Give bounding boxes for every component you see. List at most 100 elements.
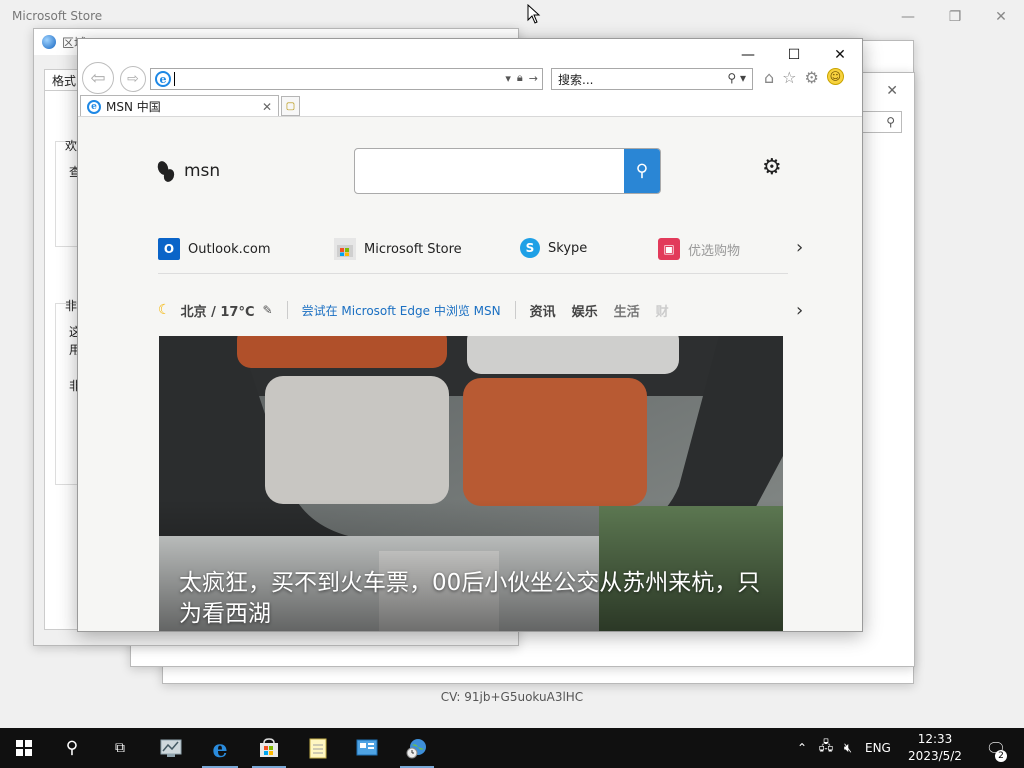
msn-search-button[interactable]: ⚲ (624, 149, 660, 193)
notification-count-badge: 2 (995, 750, 1007, 762)
new-tab-button[interactable]: ▢ (281, 96, 300, 116)
hero-caption[interactable]: 太疯狂，买不到火车票，00后小伙坐公交从苏州来杭，只为看西湖 (179, 568, 769, 630)
msn-logo-text: msn (184, 161, 221, 181)
store-icon (260, 738, 278, 757)
start-button[interactable] (4, 728, 44, 768)
tab-title: MSN 中国 (106, 100, 161, 114)
window-b-close-button[interactable]: ✕ (886, 83, 898, 99)
store-minimize-button[interactable]: — (885, 4, 931, 30)
msn-search-box[interactable]: ⚲ (354, 148, 661, 194)
taskbar-app-store[interactable] (248, 728, 290, 768)
divider (514, 301, 516, 319)
quicklink-store[interactable]: Microsoft Store (334, 238, 462, 260)
quicklinks-next-arrow-icon[interactable]: › (796, 237, 803, 258)
home-icon[interactable]: ⌂ (764, 68, 774, 87)
system-tray: ⌃ 🖧︎ 🔇︎ ENG (793, 728, 891, 768)
text-caret (174, 72, 175, 86)
group-label: 欢 (65, 139, 78, 153)
ie-minimize-button[interactable]: — (733, 45, 763, 65)
dropdown-icon[interactable]: ▾ (505, 72, 511, 85)
quicklink-skype[interactable]: S Skype (520, 238, 587, 258)
forward-arrow-icon: ⇨ (127, 71, 139, 87)
taskbar: ⚲ ⧉ e ⌃ 🖧︎ 🔇︎ ENG 12:33 2023/5/2 🗨︎ (0, 728, 1024, 768)
back-button[interactable]: ⇦ (82, 62, 114, 94)
search-icon: ⚲ (65, 738, 79, 758)
quick-links: O Outlook.com Microsoft Store S Skype ▣ … (158, 234, 788, 274)
ie-page-icon: e (155, 71, 171, 87)
task-view-icon: ⧉ (115, 740, 125, 756)
control-panel-icon (356, 739, 378, 756)
nav-next-arrow-icon[interactable]: › (796, 300, 803, 321)
nav-news[interactable]: 资讯 (530, 301, 556, 320)
weather-text[interactable]: 北京 / 17°C (181, 301, 255, 320)
moon-icon: ☾ (158, 302, 171, 318)
tab-msn[interactable]: e MSN 中国 ✕ (80, 95, 279, 117)
msn-butterfly-icon (158, 159, 178, 183)
forward-button[interactable]: ⇨ (120, 66, 146, 92)
quicklink-label: Skype (548, 240, 588, 256)
divider (286, 301, 288, 319)
search-icon: ⚲ (635, 161, 649, 181)
lock-icon[interactable]: 🔒︎ (517, 71, 523, 85)
notepad-icon (309, 738, 327, 759)
search-icon[interactable]: ⚲ (727, 71, 736, 85)
skype-icon: S (520, 238, 540, 258)
clock-date: 2023/5/2 (908, 749, 962, 763)
group-label: 非 (65, 299, 78, 313)
search-dropdown-icon[interactable]: ▾ (740, 71, 746, 85)
store-restore-button[interactable]: ❐ (932, 4, 978, 30)
cv-text: CV: 91jb+G5uokuA3lHC (440, 690, 584, 704)
search-box[interactable]: 搜索... ⚲ ▾ (551, 68, 753, 90)
info-bar: ☾ 北京 / 17°C ✎ 尝试在 Microsoft Edge 中浏览 MSN… (158, 298, 798, 322)
search-icons: ⚲ ▾ (727, 71, 746, 85)
back-arrow-icon: ⇦ (90, 67, 106, 89)
address-bar[interactable]: e ▾ 🔒︎ → (150, 68, 543, 90)
store-close-button[interactable]: ✕ (978, 4, 1024, 30)
edge-link[interactable]: 尝试在 Microsoft Edge 中浏览 MSN (302, 302, 501, 319)
new-tab-icon: ▢ (285, 100, 296, 112)
nav-finance[interactable]: 财 (656, 301, 669, 320)
search-input[interactable]: 搜索... (558, 71, 593, 88)
store-window-title: Microsoft Store (12, 9, 103, 23)
pencil-edit-icon[interactable]: ✎ (263, 303, 273, 317)
monitor-icon (160, 739, 182, 757)
quicklink-label: 优选购物 (688, 243, 741, 259)
globe-icon (42, 35, 56, 49)
search-button[interactable]: ⚲ (52, 728, 92, 768)
action-center-button[interactable]: 🗨︎ (978, 728, 1014, 768)
quicklink-shopping[interactable]: ▣ 优选购物 (658, 238, 740, 260)
quicklink-label: Microsoft Store (364, 241, 462, 257)
network-icon[interactable]: 🖧︎ (815, 737, 837, 759)
taskbar-app-resource-monitor[interactable] (150, 728, 192, 768)
feedback-smiley-icon[interactable]: ☺ (826, 68, 844, 85)
address-bar-icons: ▾ 🔒︎ → (505, 71, 538, 85)
mouse-cursor-icon (527, 4, 541, 24)
quicklink-outlook[interactable]: O Outlook.com (158, 238, 271, 260)
windows-logo-icon (16, 740, 32, 756)
tab-close-icon[interactable]: ✕ (262, 100, 272, 114)
task-view-button[interactable]: ⧉ (100, 728, 140, 768)
hero-article[interactable]: 太疯狂，买不到火车票，00后小伙坐公交从苏州来杭，只为看西湖 (159, 336, 783, 631)
store-icon (334, 238, 356, 260)
taskbar-app-ie[interactable]: e (198, 728, 242, 768)
clock[interactable]: 12:33 2023/5/2 (902, 731, 968, 765)
search-icon: ⚲ (886, 115, 895, 129)
language-indicator[interactable]: ENG (865, 741, 891, 755)
ie-maximize-button[interactable]: ☐ (779, 45, 809, 65)
taskbar-app-control-panel[interactable] (346, 728, 388, 768)
ie-close-button[interactable]: ✕ (825, 45, 855, 65)
favorites-star-icon[interactable]: ☆ (782, 68, 796, 87)
volume-muted-icon[interactable]: 🔇︎ (837, 741, 859, 756)
tray-overflow-chevron-icon[interactable]: ⌃ (793, 741, 811, 755)
taskbar-app-notepad[interactable] (298, 728, 338, 768)
nav-life[interactable]: 生活 (614, 301, 640, 320)
msn-settings-gear-icon[interactable]: ⚙ (762, 155, 782, 180)
clock-time: 12:33 (917, 732, 953, 746)
globe-clock-icon (406, 739, 426, 759)
go-arrow-icon[interactable]: → (529, 72, 538, 85)
ie-icon: e (212, 733, 228, 763)
nav-entertainment[interactable]: 娱乐 (572, 301, 598, 320)
msn-logo[interactable]: msn (158, 159, 220, 183)
taskbar-app-region[interactable] (396, 728, 438, 768)
settings-gear-icon[interactable]: ⚙ (805, 68, 819, 87)
